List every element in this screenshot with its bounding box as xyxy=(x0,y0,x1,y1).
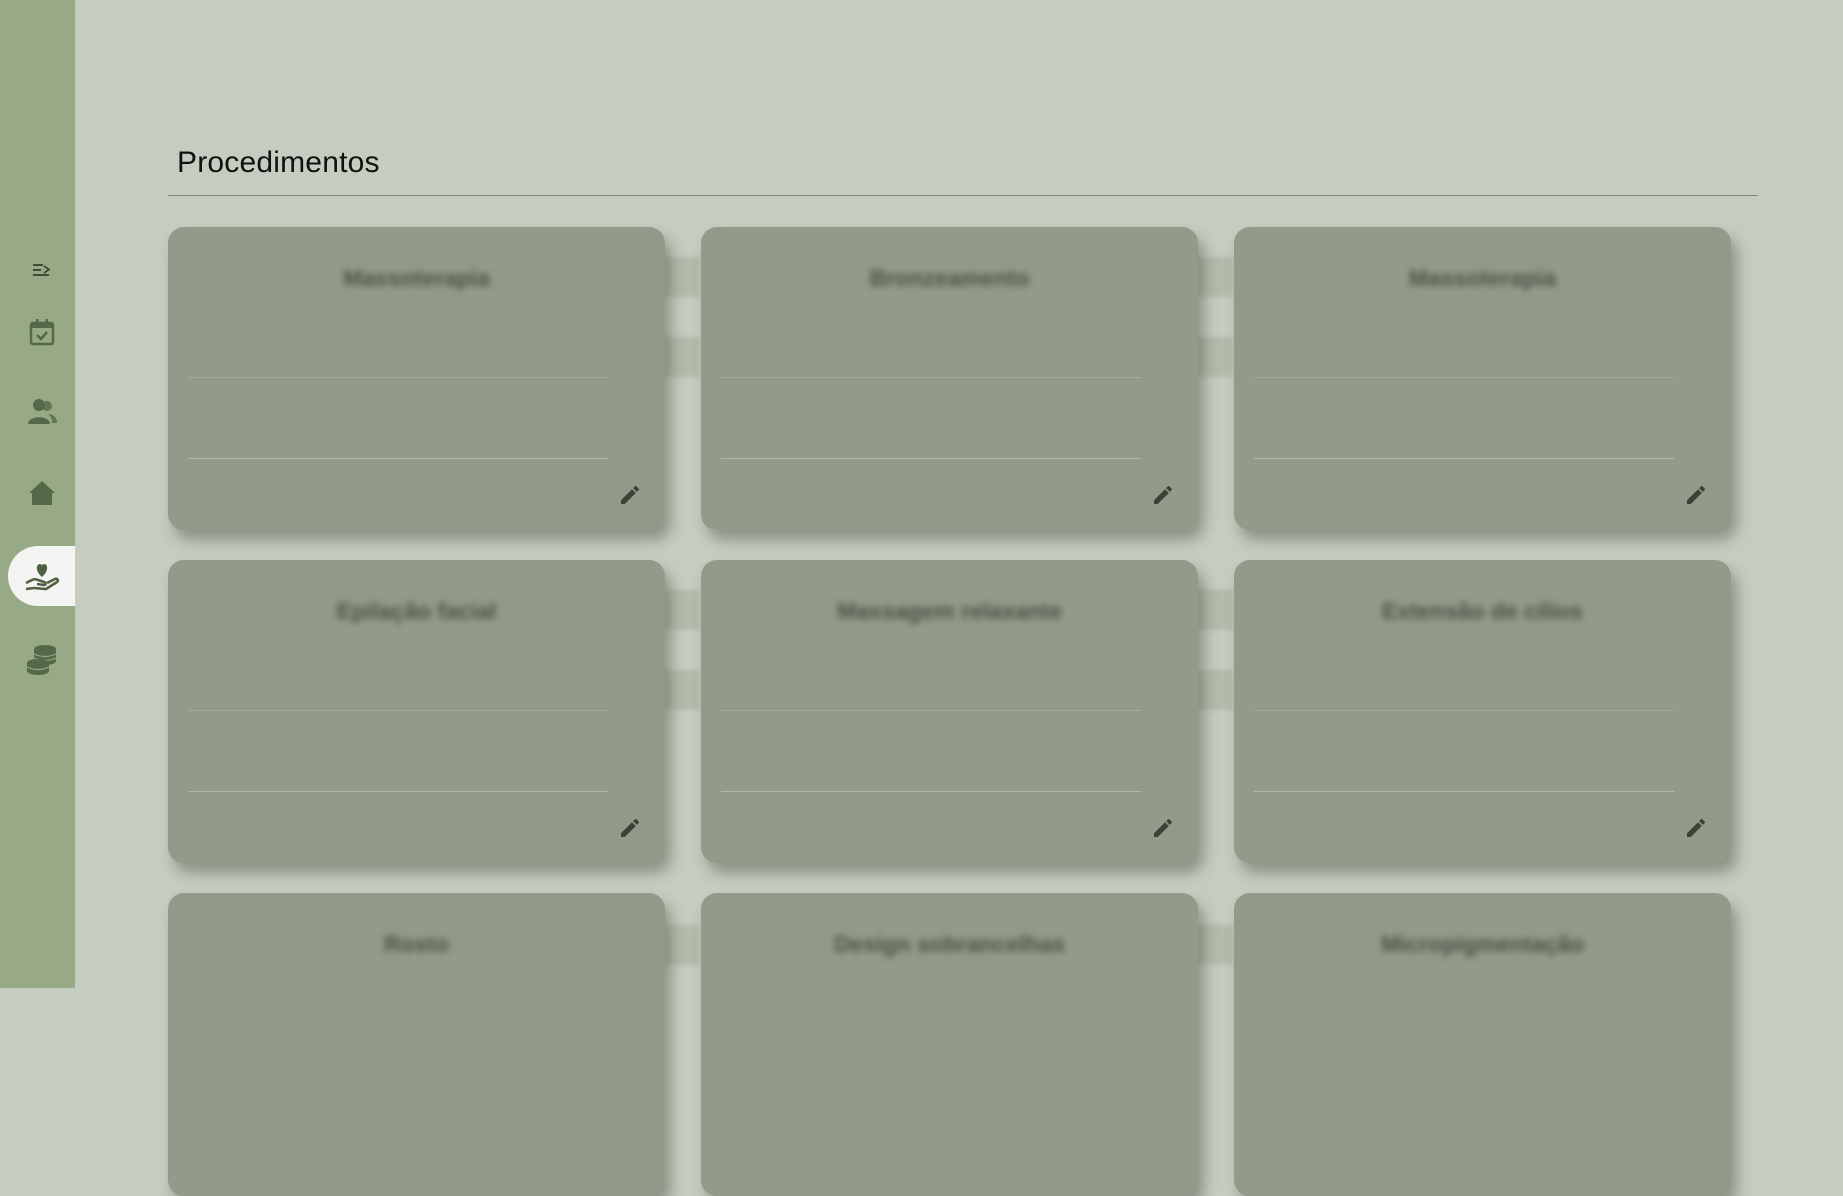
card-divider xyxy=(721,377,1141,378)
card-connector xyxy=(1193,590,1233,630)
card-connector xyxy=(1193,925,1233,965)
hand-heart-icon xyxy=(24,559,60,593)
card-divider xyxy=(1254,458,1674,459)
pencil-icon xyxy=(1684,816,1708,845)
page-title: Procedimentos xyxy=(177,146,380,179)
edit-button[interactable] xyxy=(615,815,645,845)
procedure-name: Epilação facial xyxy=(336,598,497,624)
sidebar xyxy=(0,0,75,988)
procedure-card[interactable]: Massoterapia xyxy=(168,227,665,530)
card-divider xyxy=(721,791,1141,792)
card-divider xyxy=(721,710,1141,711)
card-connector xyxy=(1193,670,1233,710)
card-connector xyxy=(660,337,700,377)
edit-button[interactable] xyxy=(1681,815,1711,845)
pencil-icon xyxy=(1151,483,1175,512)
users-icon xyxy=(26,395,58,427)
procedure-card[interactable]: Massagem relaxante xyxy=(701,560,1198,863)
card-divider xyxy=(1254,710,1674,711)
pencil-icon xyxy=(1151,816,1175,845)
title-divider xyxy=(168,195,1758,196)
procedure-name: Massagem relaxante xyxy=(836,598,1062,624)
card-divider xyxy=(1254,791,1674,792)
procedure-name: Massoterapia xyxy=(1408,265,1556,291)
calendar-check-icon xyxy=(27,317,57,347)
card-divider xyxy=(188,458,608,459)
nav-item-home[interactable] xyxy=(8,463,75,523)
nav-item-procedures[interactable] xyxy=(8,546,75,606)
menu-collapse-button[interactable] xyxy=(8,240,75,300)
card-connector xyxy=(660,257,700,297)
procedure-name: Design sobrancelhas xyxy=(833,931,1066,957)
home-icon xyxy=(27,478,57,508)
main-content: Procedimentos Massoterapia Bronzeamento xyxy=(168,0,1758,1196)
procedure-name: Micropigmentação xyxy=(1380,931,1585,957)
pencil-icon xyxy=(1684,483,1708,512)
pencil-icon xyxy=(618,483,642,512)
edit-button[interactable] xyxy=(1148,482,1178,512)
nav-item-clients[interactable] xyxy=(8,381,75,441)
card-connector xyxy=(660,590,700,630)
procedure-name: Massoterapia xyxy=(342,265,490,291)
procedure-card[interactable]: Rosto xyxy=(168,893,665,1196)
card-divider xyxy=(188,377,608,378)
procedure-card[interactable]: Bronzeamento xyxy=(701,227,1198,530)
procedure-card[interactable]: Epilação facial xyxy=(168,560,665,863)
procedure-name: Bronzeamento xyxy=(869,265,1030,291)
card-divider xyxy=(188,710,608,711)
edit-button[interactable] xyxy=(1681,482,1711,512)
procedure-card[interactable]: Design sobrancelhas xyxy=(701,893,1198,1196)
card-connector xyxy=(1193,257,1233,297)
procedure-card[interactable]: Micropigmentação xyxy=(1234,893,1731,1196)
edit-button[interactable] xyxy=(615,482,645,512)
card-connector xyxy=(1193,337,1233,377)
nav-item-finance[interactable] xyxy=(8,629,75,689)
procedure-card[interactable]: Massoterapia xyxy=(1234,227,1731,530)
card-connector xyxy=(660,925,700,965)
procedure-card[interactable]: Extensão de cílios xyxy=(1234,560,1731,863)
procedure-name: Extensão de cílios xyxy=(1382,598,1583,624)
card-divider xyxy=(721,458,1141,459)
card-connector xyxy=(660,670,700,710)
menu-collapse-icon xyxy=(32,261,52,279)
procedure-name: Rosto xyxy=(383,931,450,957)
pencil-icon xyxy=(618,816,642,845)
edit-button[interactable] xyxy=(1148,815,1178,845)
nav-item-agenda[interactable] xyxy=(8,302,75,362)
card-divider xyxy=(1254,377,1674,378)
coins-icon xyxy=(25,642,59,676)
card-divider xyxy=(188,791,608,792)
